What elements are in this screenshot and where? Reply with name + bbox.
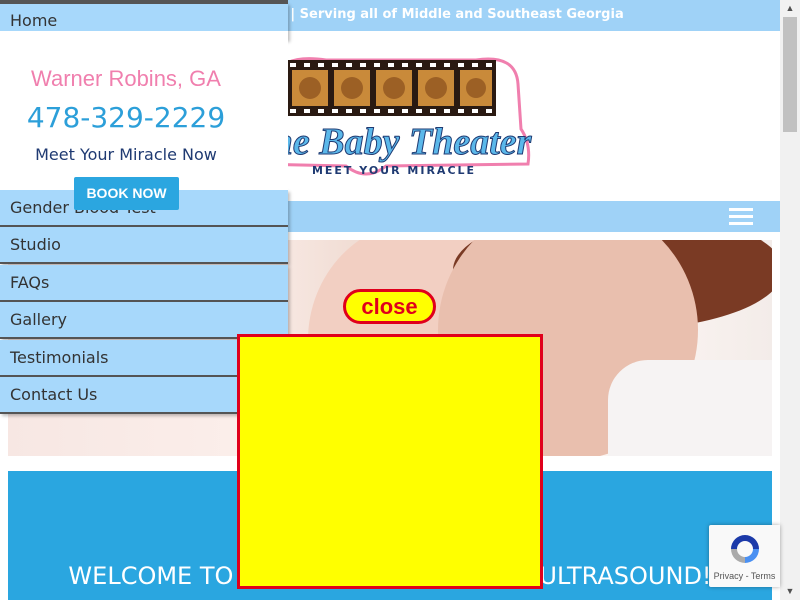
page-scrollbar[interactable]: ▲ ▼ (780, 0, 800, 600)
menu-item-faqs[interactable]: FAQs (0, 265, 288, 302)
popup-ad-box[interactable] (237, 334, 543, 589)
phone-number-overlay[interactable]: 478-329-2229 (0, 101, 252, 134)
scroll-up-icon[interactable]: ▲ (780, 0, 800, 17)
recaptcha-icon (731, 535, 759, 563)
welcome-left: WELCOME TO (68, 562, 234, 590)
logo-subtitle: MEET YOUR MIRACLE (312, 164, 476, 177)
recaptcha-badge[interactable]: Privacy - Terms (709, 525, 780, 587)
popup-close-button[interactable]: close (343, 289, 436, 324)
scroll-thumb[interactable] (783, 17, 797, 132)
location-title-overlay: Warner Robins, GA (31, 66, 221, 91)
scroll-down-icon[interactable]: ▼ (780, 583, 800, 600)
hamburger-icon[interactable] (729, 208, 755, 226)
blanket (608, 360, 772, 456)
tagline-overlay: Meet Your Miracle Now (35, 145, 217, 164)
book-now-button-overlay[interactable]: BOOK NOW (74, 177, 179, 210)
welcome-right: ULTRASOUND! (539, 562, 712, 590)
menu-item-studio[interactable]: Studio (0, 227, 288, 264)
logo-title: The Baby Theater (249, 121, 533, 163)
site-logo[interactable]: The Baby Theater MEET YOUR MIRACLE (246, 54, 536, 184)
recaptcha-links[interactable]: Privacy - Terms (709, 571, 780, 581)
menu-top-border (0, 0, 288, 4)
logo-graphic: The Baby Theater MEET YOUR MIRACLE (248, 57, 533, 177)
